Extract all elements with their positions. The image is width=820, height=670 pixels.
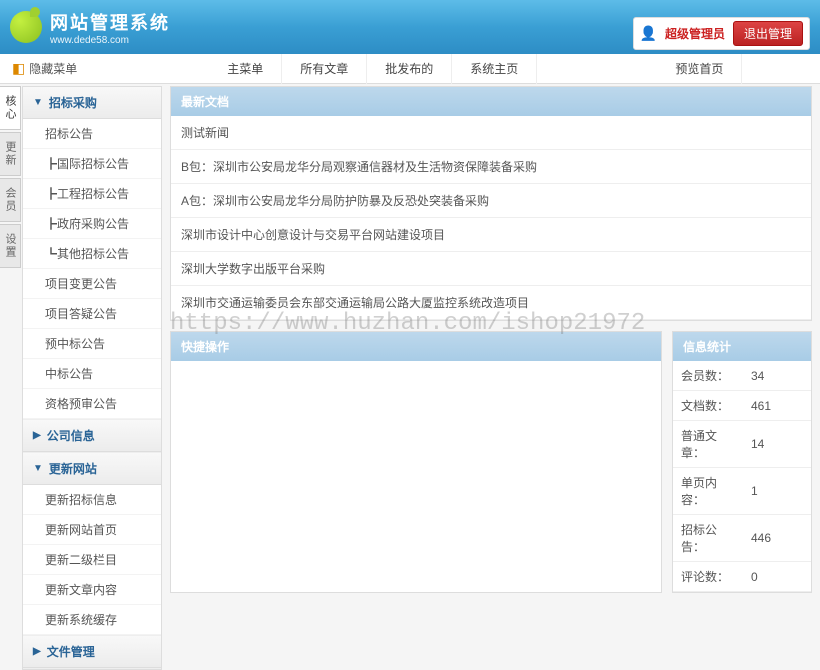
app-header: 网站管理系统 www.dede58.com 👤 超级管理员 退出管理: [0, 0, 820, 54]
sidebar: ▼ 招标采购招标公告┣国际招标公告┣工程招标公告┣政府采购公告┗其他招标公告项目变…: [22, 86, 162, 670]
sidebar-item[interactable]: 更新文章内容: [23, 575, 161, 605]
nav-item-preview[interactable]: 预览首页: [657, 54, 742, 84]
stats-value: 14: [743, 421, 811, 468]
stats-value: 446: [743, 515, 811, 562]
chevron-down-icon: ▼: [33, 97, 43, 108]
stats-row: 会员数：34: [673, 361, 811, 391]
chevron-right-icon: ▶: [33, 646, 41, 657]
stats-label: 评论数：: [673, 562, 743, 592]
sidebar-header-2[interactable]: ▼ 更新网站: [23, 453, 161, 485]
nav-items: 主菜单所有文章批发布的系统主页 预览首页: [209, 54, 742, 84]
stats-value: 0: [743, 562, 811, 592]
nav-item-3[interactable]: 系统主页: [452, 54, 537, 84]
stats-label: 单页内容：: [673, 468, 743, 515]
left-tab-3[interactable]: 设置: [0, 224, 21, 268]
logo-area: 网站管理系统 www.dede58.com: [10, 9, 170, 46]
sidebar-header-label: 更新网站: [49, 460, 97, 477]
nav-item-2[interactable]: 批发布的: [367, 54, 452, 84]
left-tab-0[interactable]: 核心: [0, 86, 21, 130]
stats-value: 34: [743, 361, 811, 391]
recent-docs-panel: 最新文档 测试新闻B包：深圳市公安局龙华分局观察通信器材及生活物资保障装备采购A…: [170, 86, 812, 321]
sidebar-item[interactable]: 招标公告: [23, 119, 161, 149]
doc-item[interactable]: A包：深圳市公安局龙华分局防护防暴及反恐处突装备采购: [171, 184, 811, 218]
doc-item[interactable]: 深圳市交通运输委员会东部交通运输局公路大厦监控系统改造项目: [171, 286, 811, 320]
doc-list: 测试新闻B包：深圳市公安局龙华分局观察通信器材及生活物资保障装备采购A包：深圳市…: [171, 116, 811, 320]
left-tab-1[interactable]: 更新: [0, 132, 21, 176]
header-user-area: 👤 超级管理员 退出管理: [633, 17, 810, 50]
logout-button[interactable]: 退出管理: [733, 21, 803, 46]
sidebar-item[interactable]: 资格预审公告: [23, 389, 161, 419]
nav-item-1[interactable]: 所有文章: [282, 54, 367, 84]
doc-item[interactable]: 深圳大学数字出版平台采购: [171, 252, 811, 286]
quick-ops-title: 快捷操作: [171, 332, 661, 361]
left-tabs: 核心更新会员设置: [0, 86, 20, 270]
bottom-row: 快捷操作 信息统计 会员数：34文档数：461普通文章：14单页内容：1招标公告…: [170, 331, 812, 603]
stats-panel: 信息统计 会员数：34文档数：461普通文章：14单页内容：1招标公告：446评…: [672, 331, 812, 593]
recent-docs-title: 最新文档: [171, 87, 811, 116]
app-title: 网站管理系统: [50, 9, 170, 35]
user-icon: 👤: [640, 25, 657, 42]
stats-value: 1: [743, 468, 811, 515]
chevron-right-icon: ▶: [33, 430, 41, 441]
stats-label: 普通文章：: [673, 421, 743, 468]
sidebar-section-0: ▼ 招标采购招标公告┣国际招标公告┣工程招标公告┣政府采购公告┗其他招标公告项目变…: [23, 87, 161, 420]
sidebar-item[interactable]: ┣国际招标公告: [23, 149, 161, 179]
user-name: 超级管理员: [665, 25, 725, 42]
sidebar-items-2: 更新招标信息更新网站首页更新二级栏目更新文章内容更新系统缓存: [23, 485, 161, 635]
logo-text: 网站管理系统 www.dede58.com: [50, 9, 170, 46]
hide-menu-icon: ◧: [12, 60, 25, 77]
hide-menu-toggle[interactable]: ◧ 隐藏菜单: [0, 60, 89, 77]
logo-icon: [10, 11, 42, 43]
sidebar-items-0: 招标公告┣国际招标公告┣工程招标公告┣政府采购公告┗其他招标公告项目变更公告项目…: [23, 119, 161, 419]
nav-item-0[interactable]: 主菜单: [209, 54, 282, 84]
stats-row: 评论数：0: [673, 562, 811, 592]
main-content: 最新文档 测试新闻B包：深圳市公安局龙华分局观察通信器材及生活物资保障装备采购A…: [170, 86, 812, 634]
stats-label: 会员数：: [673, 361, 743, 391]
sidebar-header-3[interactable]: ▶ 文件管理: [23, 636, 161, 668]
stats-title: 信息统计: [673, 332, 811, 361]
sidebar-section-2: ▼ 更新网站更新招标信息更新网站首页更新二级栏目更新文章内容更新系统缓存: [23, 453, 161, 636]
stats-label: 招标公告：: [673, 515, 743, 562]
sidebar-item[interactable]: 更新二级栏目: [23, 545, 161, 575]
hide-menu-label: 隐藏菜单: [29, 60, 77, 77]
sidebar-header-1[interactable]: ▶ 公司信息: [23, 420, 161, 452]
sidebar-header-label: 招标采购: [49, 94, 97, 111]
stats-table: 会员数：34文档数：461普通文章：14单页内容：1招标公告：446评论数：0: [673, 361, 811, 592]
sidebar-item[interactable]: 中标公告: [23, 359, 161, 389]
stats-row: 招标公告：446: [673, 515, 811, 562]
sidebar-item[interactable]: ┗其他招标公告: [23, 239, 161, 269]
stats-row: 单页内容：1: [673, 468, 811, 515]
doc-item[interactable]: 深圳市设计中心创意设计与交易平台网站建设项目: [171, 218, 811, 252]
sidebar-item[interactable]: 项目答疑公告: [23, 299, 161, 329]
sidebar-section-3: ▶ 文件管理: [23, 636, 161, 669]
sidebar-section-1: ▶ 公司信息: [23, 420, 161, 453]
doc-item[interactable]: B包：深圳市公安局龙华分局观察通信器材及生活物资保障装备采购: [171, 150, 811, 184]
stats-label: 文档数：: [673, 391, 743, 421]
chevron-down-icon: ▼: [33, 463, 43, 474]
stats-row: 普通文章：14: [673, 421, 811, 468]
sidebar-header-label: 公司信息: [47, 427, 95, 444]
left-tab-2[interactable]: 会员: [0, 178, 21, 222]
sidebar-item[interactable]: 项目变更公告: [23, 269, 161, 299]
sidebar-item[interactable]: 预中标公告: [23, 329, 161, 359]
quick-ops-panel: 快捷操作: [170, 331, 662, 593]
sidebar-item[interactable]: ┣政府采购公告: [23, 209, 161, 239]
app-subtitle: www.dede58.com: [50, 35, 170, 46]
doc-item[interactable]: 测试新闻: [171, 116, 811, 150]
stats-value: 461: [743, 391, 811, 421]
stats-row: 文档数：461: [673, 391, 811, 421]
sidebar-item[interactable]: 更新网站首页: [23, 515, 161, 545]
navbar: ◧ 隐藏菜单 主菜单所有文章批发布的系统主页 预览首页: [0, 54, 820, 84]
sidebar-item[interactable]: 更新系统缓存: [23, 605, 161, 635]
sidebar-item[interactable]: 更新招标信息: [23, 485, 161, 515]
sidebar-header-label: 文件管理: [47, 643, 95, 660]
sidebar-header-0[interactable]: ▼ 招标采购: [23, 87, 161, 119]
sidebar-item[interactable]: ┣工程招标公告: [23, 179, 161, 209]
